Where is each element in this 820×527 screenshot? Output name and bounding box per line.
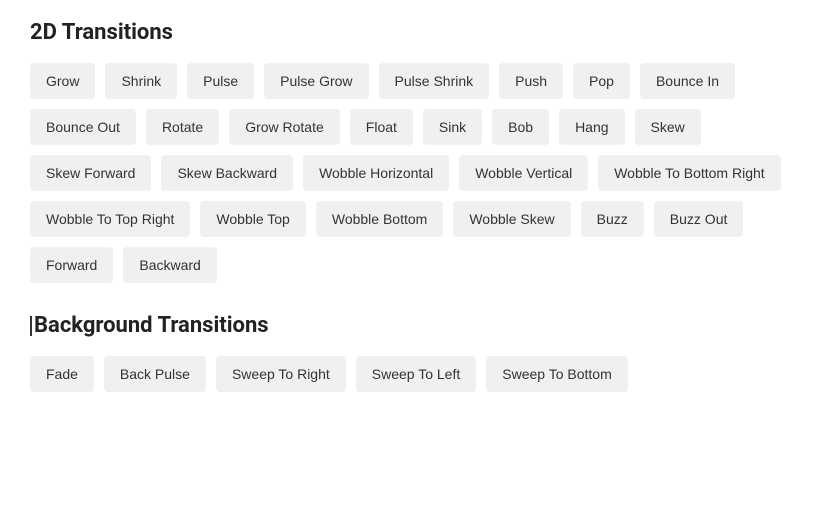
btn-shrink[interactable]: Shrink [105,63,177,99]
btn-float[interactable]: Float [350,109,413,145]
btn-buzz-out[interactable]: Buzz Out [654,201,744,237]
btn-wobble-horizontal[interactable]: Wobble Horizontal [303,155,449,191]
btn-rotate[interactable]: Rotate [146,109,219,145]
btn-wobble-to-top-right[interactable]: Wobble To Top Right [30,201,190,237]
btn-pulse-grow[interactable]: Pulse Grow [264,63,368,99]
btn-bounce-in[interactable]: Bounce In [640,63,735,99]
button-grid-2d-transitions: Grow Shrink Pulse Pulse Grow Pulse ShrinkPus… [30,63,790,283]
btn-sink[interactable]: Sink [423,109,482,145]
btn-sweep-to-bottom[interactable]: Sweep To Bottom [486,356,627,392]
btn-skew-backward[interactable]: Skew Backward [161,155,293,191]
section-2d-transitions: 2D Transitions Grow Shrink Pulse Pulse Grow P… [30,20,790,283]
btn-fade[interactable]: Fade [30,356,94,392]
btn-wobble-skew[interactable]: Wobble Skew [453,201,570,237]
section-title-2d-transitions: 2D Transitions [30,20,790,45]
btn-wobble-top[interactable]: Wobble Top [200,201,305,237]
btn-skew[interactable]: Skew [635,109,701,145]
btn-bounce-out[interactable]: Bounce Out [30,109,136,145]
btn-wobble-bottom[interactable]: Wobble Bottom [316,201,443,237]
section-background-transitions: Background Transitions Fade Back Pulse Swee… [30,313,790,392]
btn-push[interactable]: Push [499,63,563,99]
btn-buzz[interactable]: Buzz [581,201,644,237]
btn-wobble-vertical[interactable]: Wobble Vertical [459,155,588,191]
btn-pulse-shrink[interactable]: Pulse Shrink [379,63,490,99]
btn-backward[interactable]: Backward [123,247,216,283]
btn-wobble-to-bottom-right[interactable]: Wobble To Bottom Right [598,155,780,191]
btn-skew-forward[interactable]: Skew Forward [30,155,151,191]
btn-bob[interactable]: Bob [492,109,549,145]
section-title-background-transitions: Background Transitions [30,313,790,338]
btn-grow[interactable]: Grow [30,63,95,99]
btn-pulse[interactable]: Pulse [187,63,254,99]
btn-hang[interactable]: Hang [559,109,624,145]
btn-forward[interactable]: Forward [30,247,113,283]
btn-sweep-to-right[interactable]: Sweep To Right [216,356,346,392]
btn-pop[interactable]: Pop [573,63,630,99]
btn-sweep-to-left[interactable]: Sweep To Left [356,356,476,392]
btn-grow-rotate[interactable]: Grow Rotate [229,109,340,145]
btn-back-pulse[interactable]: Back Pulse [104,356,206,392]
button-grid-background-transitions: Fade Back Pulse Sweep To Right Sweep To Lef… [30,356,790,392]
cursor-indicator [30,316,32,336]
